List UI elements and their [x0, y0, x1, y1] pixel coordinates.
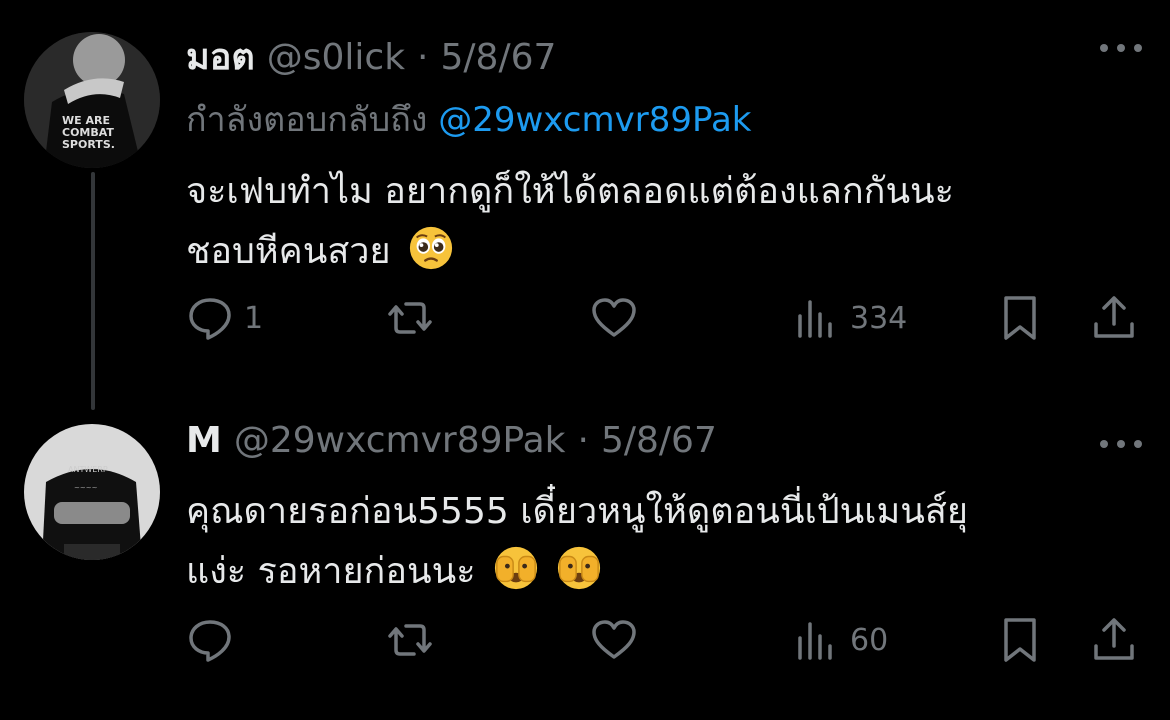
replying-to: กำลังตอบกลับถึง @29wxcmvr89Pak — [186, 92, 751, 146]
tweet-text-line-1: คุณดายรอก่อน5555 เดี๋ยวหนูให้ดูตอนนี่เป้… — [186, 491, 968, 532]
thread-line — [91, 172, 95, 410]
tweet-1[interactable]: WE ARE COMBAT SPORTS. มอต @s0lick · 5/8/… — [0, 0, 1170, 410]
tweet-actions: 1 334 — [186, 294, 1146, 354]
pleading-face-emoji-icon — [409, 226, 453, 270]
reply-icon — [189, 298, 231, 340]
heart-icon — [592, 620, 636, 659]
display-name[interactable]: M — [186, 420, 222, 461]
views-count: 60 — [850, 622, 889, 658]
separator: · — [577, 420, 589, 461]
retweet-button[interactable] — [386, 294, 434, 342]
views-button[interactable]: 60 — [792, 616, 888, 664]
reply-count: 1 — [244, 300, 264, 336]
bookmark-button[interactable] — [996, 294, 1044, 342]
share-icon — [1094, 618, 1134, 660]
tweet-header: M @29wxcmvr89Pak · 5/8/67 — [186, 420, 717, 461]
avatar[interactable]: ANTWERP ~~~~ — [24, 424, 160, 560]
tweet-header: มอต @s0lick · 5/8/67 — [186, 28, 556, 85]
retweet-icon — [388, 302, 432, 334]
tweet-text: คุณดายรอก่อน5555 เดี๋ยวหนูให้ดูตอนนี่เป้… — [186, 482, 1136, 602]
svg-text:ANTWERP: ANTWERP — [68, 465, 108, 474]
share-button[interactable] — [1090, 294, 1138, 342]
reply-button[interactable] — [186, 616, 234, 664]
bookmark-icon — [1004, 618, 1036, 662]
more-options-icon[interactable] — [1100, 440, 1142, 448]
views-icon — [798, 622, 832, 660]
tweet-text-line-2: แง่ะ รอหายก่อนนะ — [186, 551, 476, 592]
more-options-icon[interactable] — [1100, 44, 1142, 52]
user-handle[interactable]: @s0lick — [267, 37, 405, 78]
tweet-text-line-1: จะเฟบทำไม อยากดูก็ให้ได้ตลอดแต่ต้องแลกกั… — [186, 171, 955, 212]
like-button[interactable] — [590, 616, 638, 664]
bookmark-button[interactable] — [996, 616, 1044, 664]
bookmark-icon — [1004, 296, 1036, 340]
views-icon — [798, 300, 832, 338]
svg-text:~~~~: ~~~~ — [74, 484, 98, 492]
face-with-peeking-eye-icon — [558, 546, 601, 590]
views-button[interactable]: 334 — [792, 294, 907, 342]
face-with-peeking-eye-icon — [494, 546, 538, 590]
svg-text:SPORTS.: SPORTS. — [62, 138, 115, 151]
heart-icon — [592, 298, 636, 337]
share-icon — [1094, 296, 1134, 338]
tweet-text-line-2: ชอบหีคนสวย — [186, 231, 391, 272]
tweet-date[interactable]: 5/8/67 — [601, 420, 717, 461]
reply-icon — [189, 620, 231, 662]
user-handle[interactable]: @29wxcmvr89Pak — [234, 420, 566, 461]
share-button[interactable] — [1090, 616, 1138, 664]
views-count: 334 — [850, 300, 908, 336]
like-button[interactable] — [590, 294, 638, 342]
tweet-text: จะเฟบทำไม อยากดูก็ให้ได้ตลอดแต่ต้องแลกกั… — [186, 162, 1136, 282]
separator: · — [417, 37, 429, 78]
mention-link[interactable]: @29wxcmvr89Pak — [438, 100, 751, 140]
retweet-button[interactable] — [386, 616, 434, 664]
tweet-2[interactable]: ANTWERP ~~~~ M @29wxcmvr89Pak · 5/8/67 ค… — [0, 400, 1170, 720]
reply-button[interactable]: 1 — [186, 294, 263, 342]
tweet-date[interactable]: 5/8/67 — [441, 37, 557, 78]
display-name[interactable]: มอต — [186, 28, 255, 85]
retweet-icon — [388, 624, 432, 656]
tweet-actions: 60 — [186, 616, 1146, 676]
avatar[interactable]: WE ARE COMBAT SPORTS. — [24, 32, 160, 168]
replying-prefix: กำลังตอบกลับถึง — [186, 100, 428, 140]
